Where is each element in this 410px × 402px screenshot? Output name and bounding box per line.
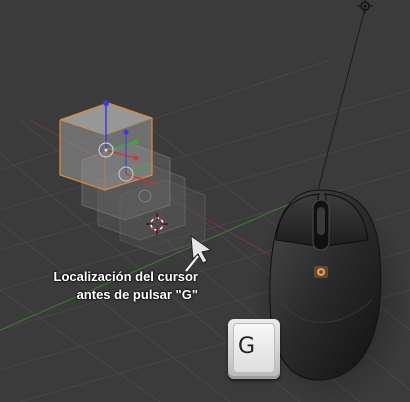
3d-viewport[interactable] (0, 0, 410, 402)
blender-logo-icon (314, 266, 328, 278)
keycap-face: G (233, 323, 275, 373)
keyboard-key-g: G (228, 319, 280, 379)
keycap-label: G (238, 334, 256, 359)
annotation-line-1: Localización del cursor (53, 269, 199, 284)
annotation-line-2: antes de pulsar "G" (76, 287, 198, 302)
lamp-icon[interactable] (357, 0, 373, 14)
